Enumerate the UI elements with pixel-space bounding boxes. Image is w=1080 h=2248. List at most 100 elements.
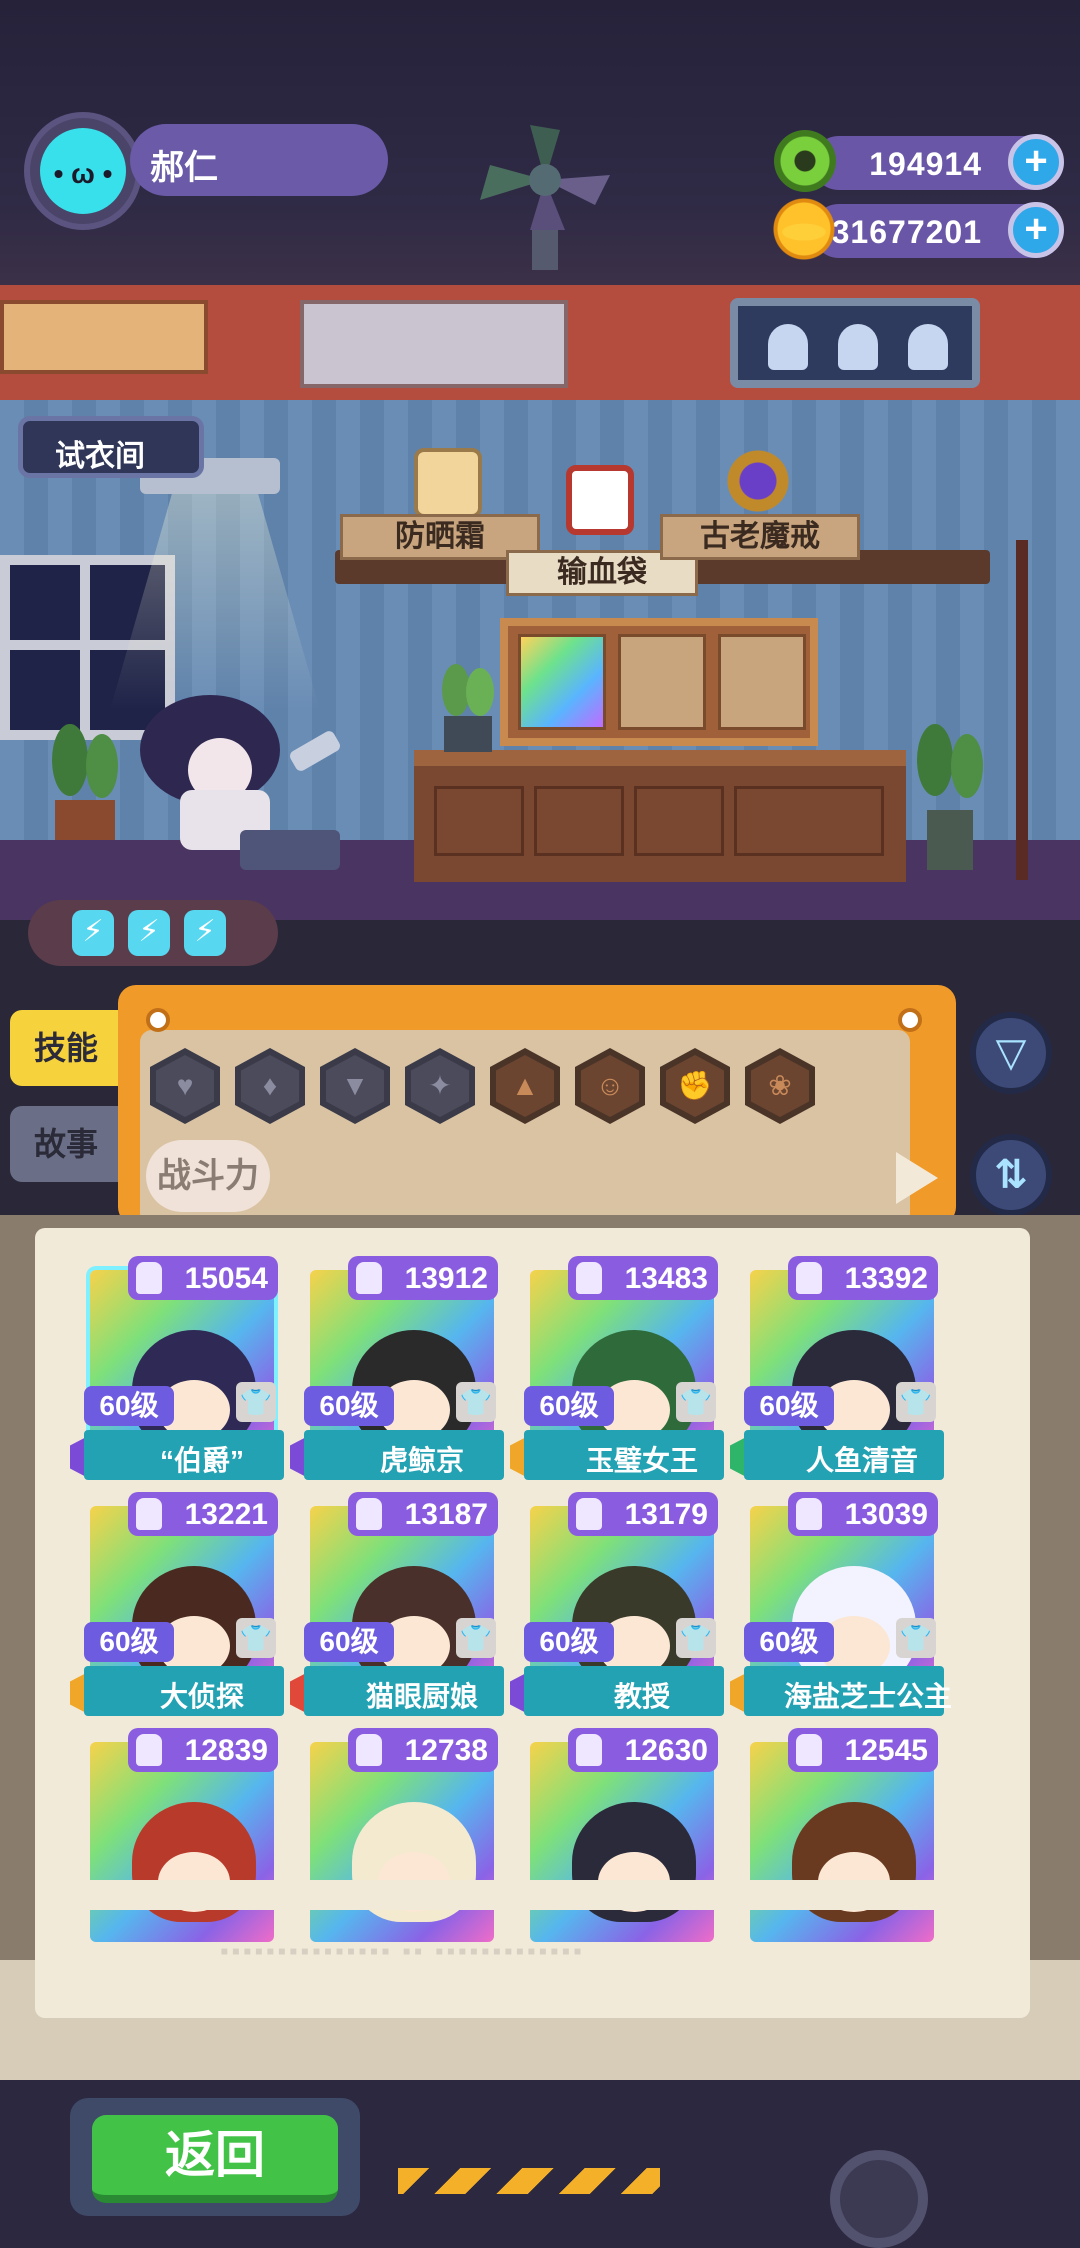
outfit-shirt-icon[interactable]: 👕 (676, 1618, 716, 1658)
character-card[interactable]: 1263060级👕 (518, 1722, 730, 1952)
desk-drawer (634, 786, 724, 856)
ghost-display (730, 298, 980, 388)
character-portrait (530, 1742, 714, 1942)
avatar[interactable]: • ω • (40, 128, 126, 214)
character-card[interactable]: 13912 60级 👕 虎鲸京 (290, 1250, 510, 1480)
character-name: 玉璧女王 (585, 1445, 698, 1476)
power-hand-icon (796, 1498, 822, 1530)
level-tag: 60级 (744, 1386, 834, 1426)
character-card[interactable]: 1283960级👕 (78, 1722, 290, 1952)
outfit-shirt-icon[interactable]: 👕 (896, 1382, 936, 1422)
currency-donut-value: 194914 (869, 146, 982, 182)
shelf-crate (0, 300, 208, 374)
character-name: 猫眼厨娘 (365, 1681, 478, 1712)
outfit-shirt-icon[interactable]: 👕 (456, 1382, 496, 1422)
add-planet-button[interactable]: + (1008, 202, 1064, 258)
character-name: 海盐芝士公主 (784, 1681, 953, 1712)
power-hand-icon (136, 1498, 162, 1530)
character-card[interactable]: 13392 60级 👕 人鱼清音 (730, 1250, 950, 1480)
power-value: 12545 (844, 1734, 928, 1767)
fitting-room-label: 试衣间 (55, 440, 145, 473)
vampire-character[interactable] (120, 690, 350, 880)
blood-bag-icon[interactable] (566, 465, 634, 535)
ancient-ring-icon[interactable] (724, 446, 792, 516)
ghost-icon (908, 324, 948, 370)
sort-order-button[interactable]: ⇅ (970, 1134, 1052, 1216)
display-cabinet (500, 618, 818, 746)
back-button[interactable]: 返回 (92, 2115, 338, 2203)
gear-decoration (830, 2150, 928, 2248)
outfit-shirt-icon[interactable]: 👕 (236, 1618, 276, 1658)
character-card[interactable]: 13483 60级 👕 玉璧女王 (510, 1250, 730, 1480)
shelf-radio (300, 300, 568, 388)
player-name: 郝仁 (150, 149, 218, 187)
power-value: 13392 (844, 1262, 928, 1295)
potted-plant (905, 720, 995, 870)
outfit-shirt-icon[interactable]: 👕 (676, 1382, 716, 1422)
outfit-shirt-icon[interactable]: 👕 (896, 1618, 936, 1658)
name-bar: “伯爵” (84, 1430, 284, 1480)
energy-bolt-icon: ⚡ (72, 910, 114, 956)
power-tag: 15054 (128, 1256, 278, 1300)
green-donut-icon (774, 130, 836, 192)
sunscreen-icon[interactable] (414, 448, 482, 518)
power-tag: 13392 (788, 1256, 938, 1300)
power-value: 12738 (404, 1734, 488, 1767)
add-donut-button[interactable]: + (1008, 134, 1064, 190)
sort-power-button[interactable]: 战斗力 (146, 1140, 270, 1212)
power-tag: 13912 (348, 1256, 498, 1300)
energy-bolt-icon: ⚡ (184, 910, 226, 956)
character-portrait (310, 1742, 494, 1942)
power-value: 13179 (624, 1498, 708, 1531)
potted-plant (40, 720, 130, 840)
power-hand-icon (356, 1262, 382, 1294)
power-tag: 13187 (348, 1492, 498, 1536)
tab-story[interactable]: 故事 (10, 1106, 122, 1182)
character-card[interactable]: 1254560级👕 (738, 1722, 950, 1952)
level-tag: 60级 (524, 1622, 614, 1662)
character-card[interactable]: 13221 60级 👕 大侦探 (70, 1486, 290, 1716)
cabinet-slot[interactable] (618, 634, 706, 730)
desk-drawer (434, 786, 524, 856)
name-bar: 虎鲸京 (304, 1430, 504, 1480)
power-hand-icon (356, 1734, 382, 1766)
tab-skills[interactable]: 技能 (10, 1010, 122, 1086)
ghost-icon (768, 324, 808, 370)
outfit-shirt-icon[interactable]: 👕 (456, 1618, 496, 1658)
cabinet-slot[interactable] (718, 634, 806, 730)
character-card[interactable]: 15054 60级 👕 “伯爵” (70, 1250, 290, 1480)
name-bar: 玉璧女王 (524, 1430, 724, 1480)
character-name: 虎鲸京 (379, 1445, 464, 1476)
filter-funnel-button[interactable]: ▽ (970, 1012, 1052, 1094)
desk-drawer (734, 786, 884, 856)
power-value: 13221 (184, 1498, 268, 1531)
character-card[interactable]: 1273860级👕 (298, 1722, 510, 1952)
level-tag: 60级 (304, 1386, 394, 1426)
desk-drawer (534, 786, 624, 856)
screw (146, 1008, 170, 1032)
power-tag: 12738 (348, 1728, 498, 1772)
power-hand-icon (136, 1262, 162, 1294)
player-name-pill[interactable]: 郝仁 (130, 124, 388, 196)
level-tag: 60级 (304, 1622, 394, 1662)
hazard-stripe (398, 2168, 660, 2194)
character-card[interactable]: 13187 60级 👕 猫眼厨娘 (290, 1486, 510, 1716)
outfit-shirt-icon[interactable]: 👕 (236, 1382, 276, 1422)
character-card[interactable]: 13179 60级 👕 教授 (510, 1486, 730, 1716)
power-value: 12630 (624, 1734, 708, 1767)
power-tag: 12839 (128, 1728, 278, 1772)
panel-next-arrow-icon[interactable] (896, 1152, 938, 1204)
fitting-room-button[interactable]: 试衣间 (18, 416, 204, 478)
character-name: 大侦探 (159, 1681, 244, 1712)
ceiling-fan (470, 120, 620, 280)
cat-face-icon: • ω • (53, 158, 113, 189)
power-hand-icon (576, 1262, 602, 1294)
character-card[interactable]: 13039 60级 👕 海盐芝士公主 (730, 1486, 953, 1716)
name-bar: 猫眼厨娘 (304, 1666, 504, 1716)
power-value: 13039 (844, 1498, 928, 1531)
power-tag: 13179 (568, 1492, 718, 1536)
cabinet-slot-character[interactable] (518, 634, 606, 730)
name-bar: 大侦探 (84, 1666, 284, 1716)
ghost-icon (838, 324, 878, 370)
power-value: 13187 (404, 1498, 488, 1531)
